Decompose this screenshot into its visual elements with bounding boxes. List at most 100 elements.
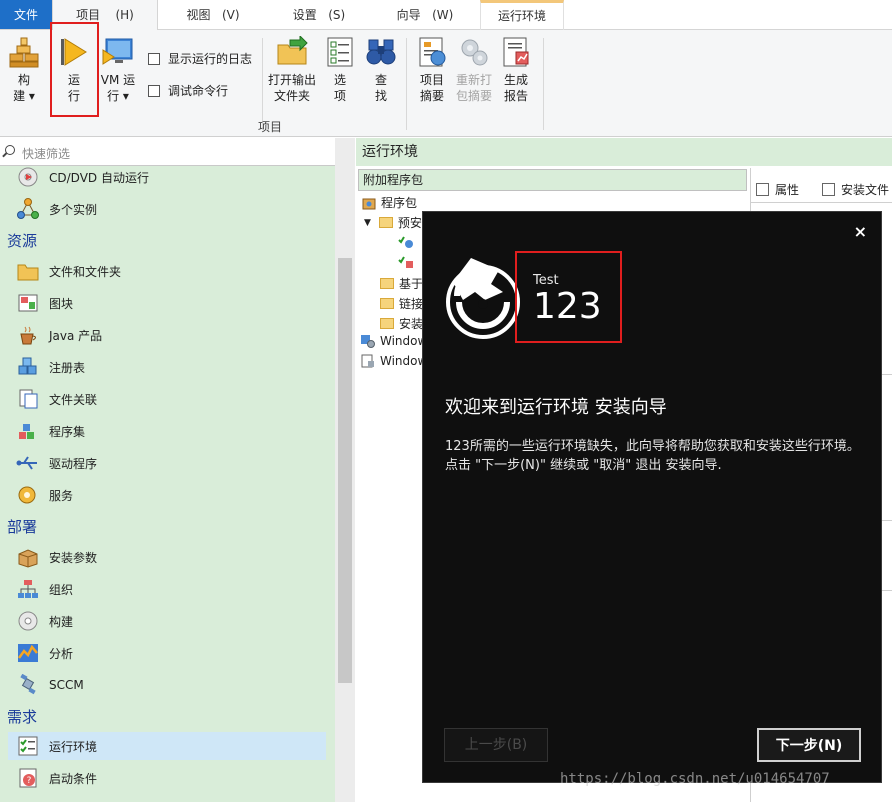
nav-item-multi-instance[interactable]: 多个实例 (8, 195, 326, 223)
folder-icon (380, 278, 394, 289)
folder-icon (378, 217, 393, 228)
wizard-title: 欢迎来到运行环境 安装向导 (445, 397, 667, 418)
open-output-label-2: 文件夹 (273, 89, 310, 103)
tab-settings[interactable]: 设置 (S) (274, 0, 364, 30)
build-bricks-icon (9, 37, 39, 68)
tree-item-packages[interactable]: 程序包 (362, 194, 417, 211)
show-log-box (148, 52, 160, 65)
tab-wizard[interactable]: 向导 (W) (380, 0, 470, 30)
options-form-icon (327, 37, 353, 67)
tab-install-files[interactable]: 安装文件 (822, 178, 889, 200)
registry-cubes-icon (18, 357, 37, 375)
svg-text:?: ? (27, 776, 32, 786)
nav-item-analysis[interactable]: 分析 (8, 639, 326, 667)
find-label-1: 查 (374, 73, 387, 87)
repack-gear-icon (461, 39, 488, 66)
section-requirements: 需求 (7, 708, 38, 726)
vm-run-button[interactable]: VM 运 行 ▾ (98, 36, 138, 104)
nav-item-file-association[interactable]: 文件关联 (8, 385, 326, 413)
ribbon-separator (543, 38, 544, 130)
repack-summary-button[interactable]: 重新打 包摘要 (454, 36, 494, 104)
tree-item-preinstall[interactable]: ▼ 预安 (364, 214, 422, 231)
folder-icon (380, 298, 394, 309)
section-deployment: 部署 (7, 518, 38, 536)
project-summary-button[interactable]: 项目 摘要 (412, 36, 452, 104)
tree-item-install[interactable]: 安装 (380, 315, 423, 332)
nav-item-tiles[interactable]: 图块 (8, 289, 326, 317)
left-scrollbar-thumb[interactable] (338, 258, 352, 683)
tab-install-files-label: 安装文件 (841, 182, 890, 197)
runtime-item-icon (398, 236, 413, 248)
nav-item-drivers[interactable]: 驱动程序 (8, 449, 326, 477)
nav-item-build[interactable]: 构建 (8, 607, 326, 635)
next-button[interactable]: 下一步(N) (757, 728, 861, 762)
ribbon-separator (262, 38, 263, 130)
windows-doc-icon (361, 354, 374, 368)
build-button[interactable]: 构 建 ▾ (6, 36, 42, 104)
tree-item-windows-1[interactable]: Window (360, 334, 427, 348)
assembly-blocks-icon (19, 424, 34, 439)
nav-item-runtime[interactable]: 运行环境 (8, 732, 326, 760)
folder-icon (380, 318, 394, 329)
tree-item-label: 预安 (397, 216, 422, 230)
generate-report-button[interactable]: 生成 报告 (497, 36, 535, 104)
nav-item-files-folders[interactable]: 文件和文件夹 (8, 257, 326, 285)
show-log-label: 显示运行的日志 (168, 52, 253, 66)
runtime-checklist-icon (18, 736, 38, 756)
vm-monitor-icon (102, 38, 133, 65)
quick-filter-placeholder: 快速筛选 (22, 147, 71, 161)
build-disc-icon (18, 611, 38, 631)
tab-view-label: 视图 (186, 8, 211, 22)
tab-runtime[interactable]: 运行环境 (480, 0, 564, 30)
quick-filter-input[interactable]: 快速筛选 (0, 138, 335, 166)
nav-item-assemblies[interactable]: 程序集 (8, 417, 326, 445)
build-label-2: 建 ▾ (13, 89, 35, 103)
nav-item-organization[interactable]: 组织 (8, 575, 326, 603)
summary-chart-icon (419, 37, 446, 67)
nav-item-label: 运行环境 (49, 739, 98, 754)
tab-project-label: 项目 (76, 8, 101, 22)
left-nav-panel: 快速筛选 CD/DVD 自动运行 多个实例 资源 文件和文件夹 图块 Java … (0, 138, 355, 802)
nav-item-label: 服务 (49, 488, 74, 503)
open-output-folder-button[interactable]: 打开输出 文件夹 (267, 36, 317, 104)
nav-item-install-params[interactable]: 安装参数 (8, 543, 326, 571)
debug-cmd-label: 调试命令行 (168, 84, 229, 98)
tab-view[interactable]: 视图 (V) (168, 0, 258, 30)
tab-properties[interactable]: 属性 (756, 178, 799, 200)
find-button[interactable]: 查 找 (364, 36, 398, 104)
ribbon-separator (406, 38, 407, 130)
options-label-2: 项 (333, 89, 346, 103)
analysis-chart-icon (17, 644, 38, 662)
nav-item-cd-autorun[interactable]: CD/DVD 自动运行 (8, 163, 326, 191)
tree-item-child-2[interactable] (398, 255, 414, 269)
tree-item-child-1[interactable] (398, 235, 414, 249)
section-resources: 资源 (7, 232, 38, 250)
launch-condition-icon: ? (19, 768, 37, 788)
find-label-2: 找 (374, 89, 387, 103)
close-button[interactable]: × (854, 222, 867, 241)
tree-item-links[interactable]: 链接 (380, 295, 423, 312)
options-button[interactable]: 选 项 (322, 36, 358, 104)
nav-item-label: CD/DVD 自动运行 (49, 170, 149, 185)
puzzle-logo-icon (446, 258, 520, 339)
tree-item-label: 安装 (399, 317, 424, 331)
search-icon (5, 145, 15, 155)
repack-label-2: 包摘要 (455, 89, 492, 103)
debug-cmd-checkbox[interactable]: 调试命令行 (148, 82, 228, 99)
tiles-image-icon (18, 294, 38, 312)
nav-item-services[interactable]: 服务 (8, 481, 326, 509)
nav-item-registry[interactable]: 注册表 (8, 353, 326, 381)
tree-item-windows-2[interactable]: Window (360, 354, 427, 368)
tree-item-based-on[interactable]: 基于 (380, 275, 423, 292)
nav-item-sccm[interactable]: SCCM (8, 671, 326, 699)
left-scrollbar[interactable] (335, 138, 355, 802)
nav-item-java[interactable]: Java 产品 (8, 321, 326, 349)
show-log-checkbox[interactable]: 显示运行的日志 (148, 50, 252, 67)
prev-button[interactable]: 上一步(B) (444, 728, 548, 762)
debug-cmd-box (148, 84, 160, 97)
nav-item-launch-conditions[interactable]: ? 启动条件 (8, 764, 326, 792)
tab-properties-label: 属性 (775, 182, 800, 197)
nav-item-label: 注册表 (49, 360, 86, 375)
tab-file[interactable]: 文件 (0, 0, 52, 29)
open-output-label-1: 打开输出 (267, 73, 316, 87)
